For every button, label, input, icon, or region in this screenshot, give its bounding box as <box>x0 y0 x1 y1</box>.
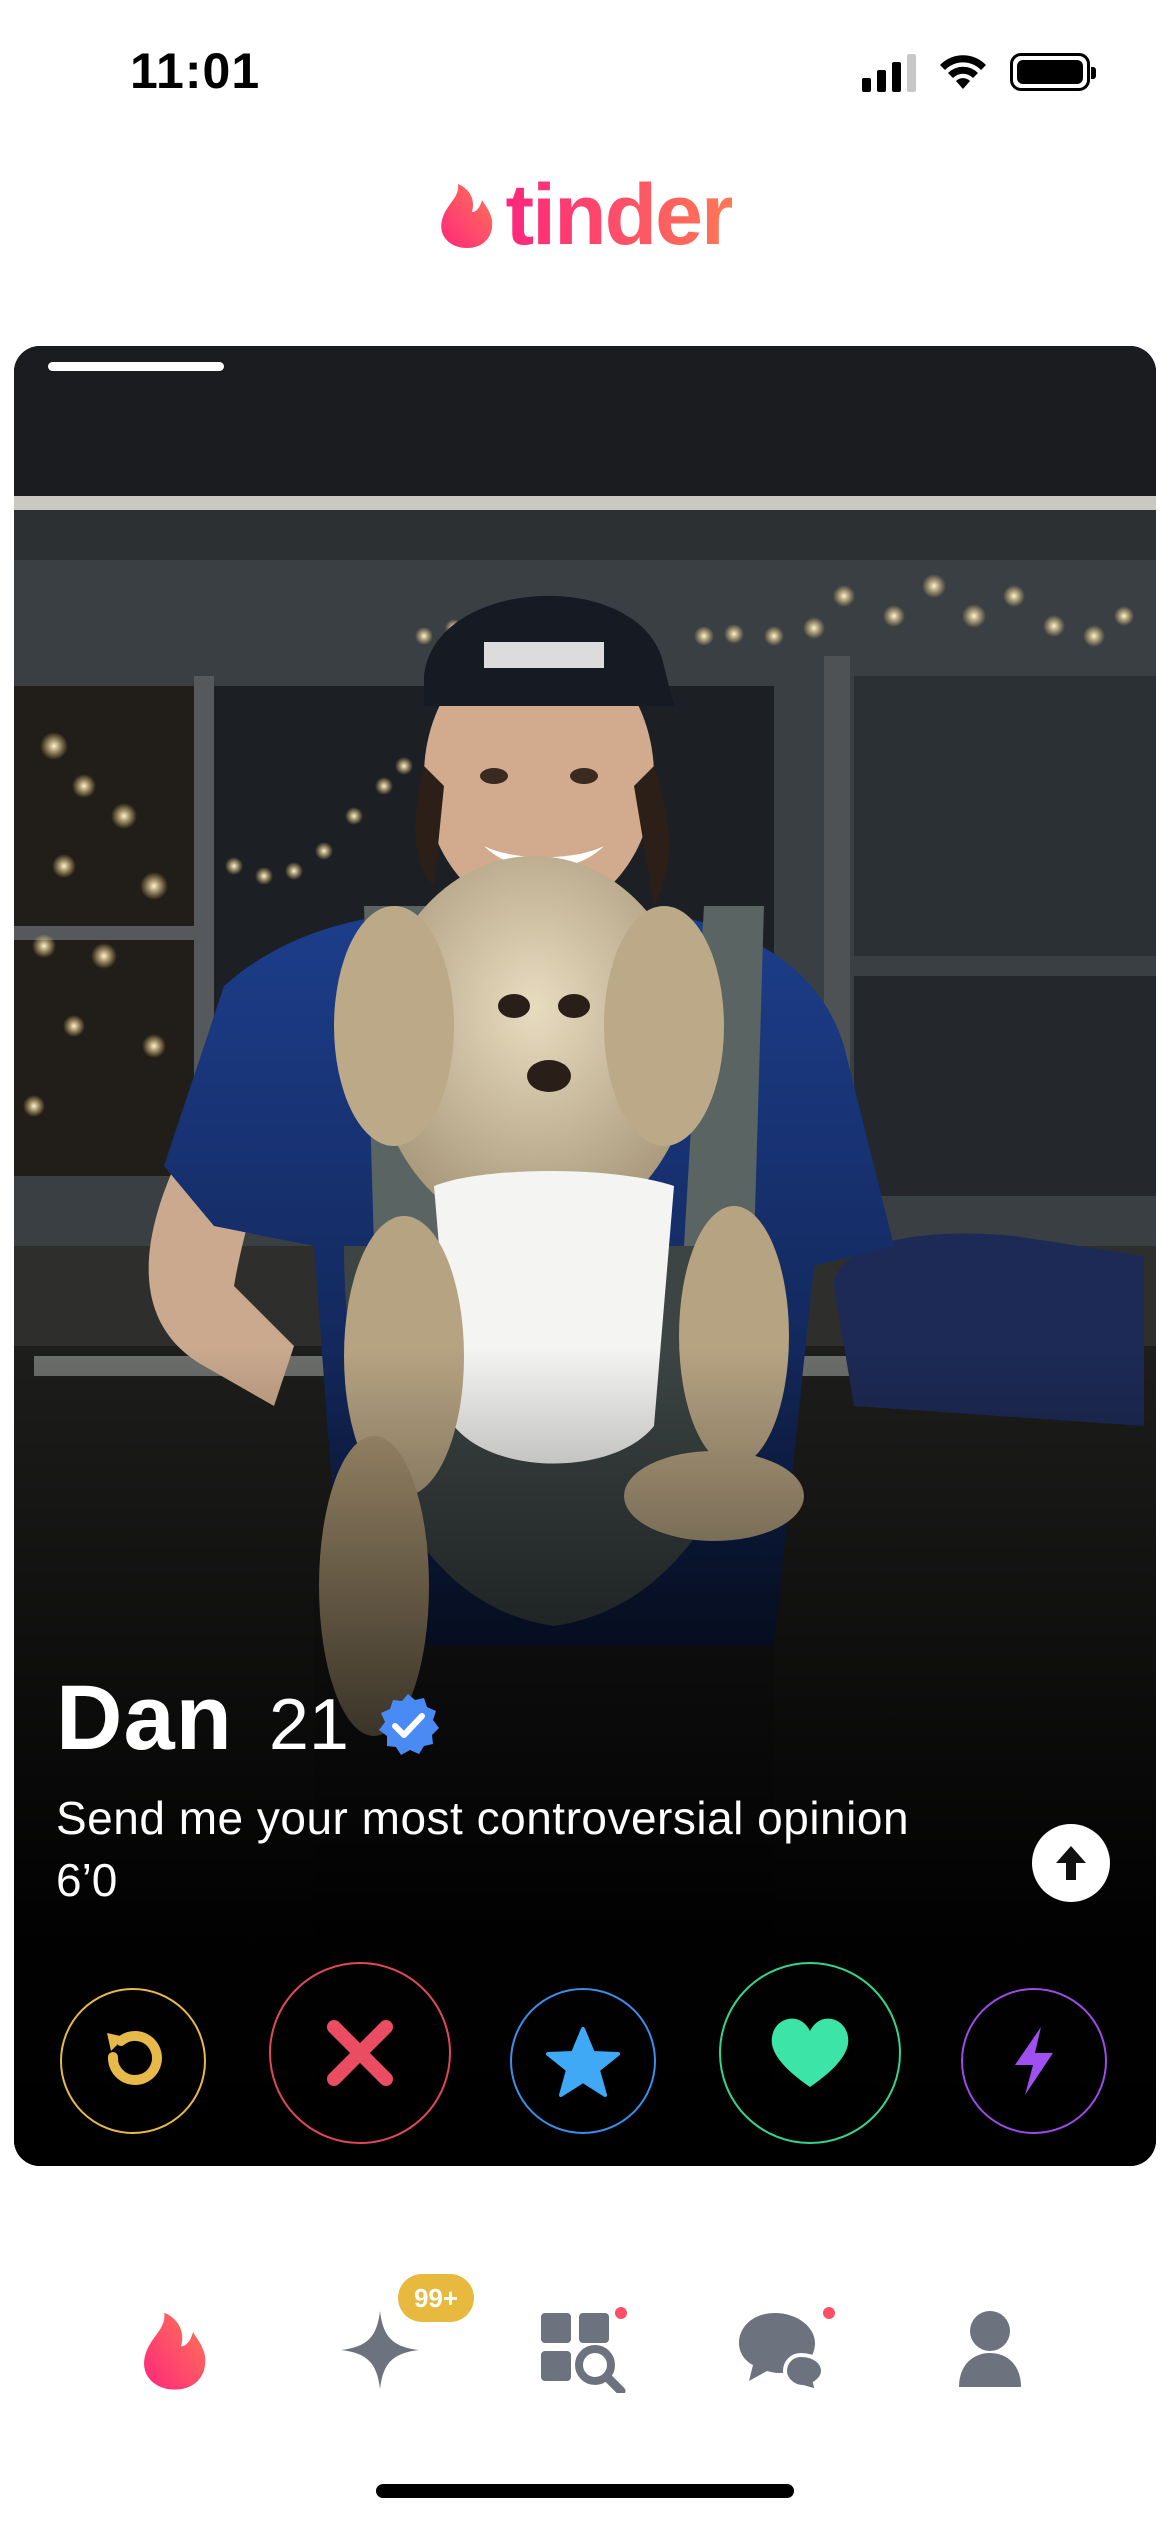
name-row: Dan 21 <box>56 1666 1056 1771</box>
nav-home[interactable] <box>115 2290 235 2410</box>
nope-button[interactable] <box>269 1962 451 2144</box>
profile-card[interactable]: Dan 21 Send me your most controversial o… <box>14 346 1156 2166</box>
like-button[interactable] <box>719 1962 901 2144</box>
arrow-up-icon <box>1056 1846 1086 1880</box>
sparkle-icon <box>341 2311 419 2389</box>
close-icon <box>327 2020 393 2086</box>
super-like-button[interactable] <box>510 1988 656 2134</box>
explore-icon <box>541 2307 627 2393</box>
flame-icon <box>440 184 492 248</box>
profile-bio: Send me your most controversial opinion <box>56 1792 910 1844</box>
app-header: tinder <box>0 160 1170 270</box>
star-icon <box>546 2027 620 2097</box>
boost-button[interactable] <box>961 1988 1107 2134</box>
signal-icon <box>862 52 916 92</box>
home-indicator <box>376 2484 794 2498</box>
battery-icon <box>1010 53 1096 91</box>
wifi-icon <box>940 55 986 89</box>
lightning-icon <box>1015 2027 1053 2095</box>
nav-explore[interactable] <box>522 2290 642 2410</box>
verified-badge-icon <box>378 1693 439 1755</box>
profile-name: Dan <box>56 1667 233 1769</box>
profile-info: Dan 21 Send me your most controversial o… <box>56 1666 1056 1907</box>
action-buttons <box>14 1956 1156 2146</box>
nav-profile[interactable] <box>930 2290 1050 2410</box>
profile-age: 21 <box>268 1685 349 1765</box>
tinder-logo: tinder <box>438 166 735 265</box>
rewind-icon <box>107 2031 162 2085</box>
status-bar: 11:01 <box>0 0 1170 150</box>
person-icon <box>959 2311 1021 2387</box>
gold-badge: 99+ <box>398 2274 474 2322</box>
rewind-button[interactable] <box>60 1988 206 2134</box>
flame-icon <box>144 2312 206 2390</box>
photo-progress-bar <box>48 362 224 371</box>
heart-icon <box>771 2018 849 2087</box>
status-icons <box>862 52 1096 92</box>
profile-height: 6’0 <box>56 1854 118 1906</box>
open-profile-button[interactable] <box>1032 1824 1110 1902</box>
status-time: 11:01 <box>130 43 261 99</box>
chat-icon <box>739 2307 835 2393</box>
logo-text: tinder <box>505 166 735 263</box>
nav-messages[interactable] <box>725 2290 845 2410</box>
bottom-nav: 99+ <box>0 2270 1170 2430</box>
